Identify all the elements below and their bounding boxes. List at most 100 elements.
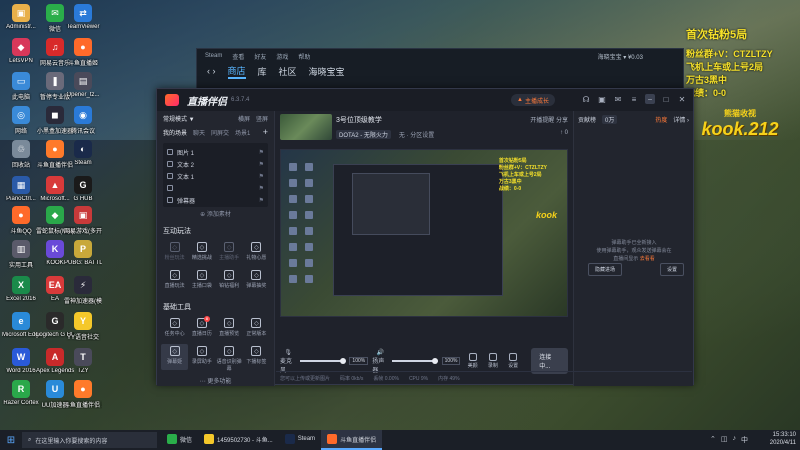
basic-tool[interactable]: ◇ 8 直播日历 xyxy=(188,316,215,342)
speaker-volume-knob[interactable] xyxy=(431,358,438,364)
desktop-icon[interactable]: ◎ 网络 xyxy=(2,106,40,135)
lock-icon[interactable]: ⚑ xyxy=(259,173,264,180)
room-category[interactable]: DOTA2 - 无限火力 xyxy=(336,130,391,139)
taskbar-app[interactable]: Steam xyxy=(279,430,321,450)
checkbox-icon[interactable] xyxy=(167,185,173,191)
landscape-link[interactable]: 横屏 xyxy=(238,114,250,123)
steam-nav-profile[interactable]: 海晓宝宝 xyxy=(309,65,345,78)
steam-menu-item[interactable]: 游戏 xyxy=(276,52,288,61)
desktop-icon[interactable]: ● 斗鱼QQ xyxy=(2,206,40,235)
mic-volume-slider[interactable] xyxy=(300,358,346,364)
mic-volume-value[interactable]: 100% xyxy=(349,357,369,365)
taskbar-search[interactable]: ⌕ 在这里输入你要搜索的内容 xyxy=(22,432,157,448)
windows-start-icon[interactable]: ⊞ xyxy=(0,430,22,450)
source-item[interactable]: 图片 1 ⚑ xyxy=(167,146,264,158)
desktop-icon[interactable]: ◆ LetsVPN xyxy=(2,38,40,64)
mic-control[interactable]: 🎙 麦克风 xyxy=(280,349,296,374)
desktop-icon[interactable]: ▭ 此电脑 xyxy=(2,72,40,101)
share-button[interactable]: 分享 xyxy=(556,118,568,124)
taskbar-app[interactable]: 1459502730 - 斗鱼... xyxy=(198,430,279,450)
scene-tab[interactable]: 聊天 xyxy=(193,128,205,137)
notify-button[interactable]: 开播提醒 xyxy=(530,118,554,124)
steam-nav-library[interactable]: 库 xyxy=(258,65,267,78)
basic-tool[interactable]: ◇ 下播标签 xyxy=(243,344,270,370)
desktop-icon[interactable]: ▣ Administr... xyxy=(2,4,40,30)
steam-window[interactable]: Steam 查看 好友 游戏 帮助 海晓宝宝 ▾ ¥0.03 ‹ › 商店 库 … xyxy=(196,48,684,90)
speaker-control[interactable]: 🔊 扬声器 xyxy=(372,349,388,374)
maximize-icon[interactable]: □ xyxy=(661,94,671,104)
lock-icon[interactable]: ⚑ xyxy=(259,161,264,168)
taskbar-app[interactable]: 斗鱼直播伴侣 xyxy=(321,430,383,450)
my-scenes-tab[interactable]: 我的场景 xyxy=(163,128,187,137)
checkbox-icon[interactable] xyxy=(167,197,173,203)
scene-tab[interactable]: 同屏交 xyxy=(211,128,229,137)
desktop-icon[interactable]: Y YY语音社交 xyxy=(64,312,102,341)
desktop-icon[interactable]: e Microsoft Edge xyxy=(2,312,40,338)
room-tag[interactable]: 无 · 分区设置 xyxy=(399,130,434,139)
desktop-icon[interactable]: X Excel 2016 xyxy=(2,276,40,302)
lock-icon[interactable]: ⚑ xyxy=(259,197,264,204)
source-item[interactable]: 文本 1 ⚑ xyxy=(167,170,264,182)
streamer-growth-button[interactable]: ▲ 主播成长 xyxy=(511,94,555,106)
desktop-icon[interactable]: T TZY xyxy=(64,348,102,374)
taskbar-app[interactable]: 微信 xyxy=(161,430,198,450)
volume-icon[interactable]: ♪ xyxy=(733,435,737,445)
empty-link[interactable]: 去看看 xyxy=(640,256,655,262)
add-source-button[interactable]: ⊕ 添加素材 xyxy=(157,209,274,218)
headset-icon[interactable]: ☊ xyxy=(581,94,591,104)
detail-link[interactable]: 详情 › xyxy=(673,115,689,124)
source-item[interactable]: 弹幕器 ⚑ xyxy=(167,194,264,206)
beauty-button[interactable]: 美颜 xyxy=(464,353,480,369)
scene-tab[interactable]: 场景1 xyxy=(235,128,250,137)
menu-icon[interactable]: ≡ xyxy=(629,94,639,104)
interaction-tool[interactable]: ◇ 主播口袋 xyxy=(188,268,215,294)
checkbox-icon[interactable] xyxy=(167,161,173,167)
message-icon[interactable]: ✉ xyxy=(613,94,623,104)
status-item[interactable]: 您可以上传或更新图片 xyxy=(280,375,330,382)
interaction-tool[interactable]: ◇ 礼物心愿 xyxy=(243,240,270,266)
portrait-link[interactable]: 竖屏 xyxy=(256,114,268,123)
source-item[interactable]: 文本 2 ⚑ xyxy=(167,158,264,170)
desktop-icon[interactable]: G G HUB xyxy=(64,176,102,202)
interaction-tool[interactable]: ◇ 弹幕抽奖 xyxy=(243,268,270,294)
steam-menu-item[interactable]: 查看 xyxy=(232,52,244,61)
network-icon[interactable]: ◫ xyxy=(721,435,728,445)
chevron-up-icon[interactable]: ⌃ xyxy=(710,435,716,445)
close-icon[interactable]: ✕ xyxy=(677,94,687,104)
desktop-icon[interactable]: ⚡ 雷神加速器(模拟器) xyxy=(64,276,102,305)
contribution-tab[interactable]: 贡献榜 xyxy=(578,115,596,124)
desktop-icon[interactable]: W Word 2016 xyxy=(2,348,40,374)
stream-preview[interactable]: 首次钻粉5局 粉丝群+V：CTZLTZY 飞机上车或上号2局 万古3黑中 战绩：… xyxy=(280,149,568,317)
steam-nav-store[interactable]: 商店 xyxy=(227,64,246,79)
basic-tool[interactable]: ◇ 录屏助手 xyxy=(188,344,215,370)
desktop-icon[interactable]: ♲ 回收站 xyxy=(2,140,40,169)
desktop-icon[interactable]: P PUBG: BATTLEGR... xyxy=(64,240,102,266)
desktop-icon[interactable]: R Razer Cortex xyxy=(2,380,40,406)
add-scene-icon[interactable]: + xyxy=(263,127,268,137)
app-titlebar[interactable]: 直播伴侣 6.3.7.4 ▲ 主播成长 ☊ ▣ ✉ ≡ − □ ✕ xyxy=(157,89,693,111)
desktop-icon[interactable]: ⇄ TeamViewer xyxy=(64,4,102,30)
steam-nav-back-icon[interactable]: ‹ › xyxy=(207,66,216,76)
desktop-icon[interactable]: ▤ Opener_tz... xyxy=(64,72,102,98)
interaction-tool[interactable]: ◇ 主播助手 xyxy=(216,240,243,266)
basic-tool[interactable]: ◇ 任务中心 xyxy=(161,316,188,342)
interaction-tool[interactable]: ◇ 精选挑战 xyxy=(188,240,215,266)
desktop-icon[interactable]: ● 斗鱼直播伴侣 2020/3/11 xyxy=(64,380,102,409)
hot-tab[interactable]: 热度 xyxy=(655,115,667,124)
minimize-icon[interactable]: − xyxy=(645,94,655,104)
desktop-icon[interactable]: ▦ PianoCtrl... xyxy=(2,176,40,202)
checkbox-icon[interactable] xyxy=(167,149,173,155)
lock-icon[interactable]: ⚑ xyxy=(259,149,264,156)
speaker-volume-slider[interactable] xyxy=(392,358,438,364)
steam-menu-item[interactable]: 帮助 xyxy=(298,52,310,61)
more-functions-button[interactable]: ⋯ 更多功能 xyxy=(157,376,274,385)
mic-volume-knob[interactable] xyxy=(339,358,346,364)
desktop-icon[interactable]: ▥ 实用工具 xyxy=(2,240,40,269)
room-title[interactable]: 3号位顶级教学 xyxy=(336,115,434,125)
lock-icon[interactable]: ⚑ xyxy=(259,185,264,192)
settings-button[interactable]: 设置 xyxy=(505,353,521,369)
basic-tool[interactable]: ◇ 语音识别弹幕 xyxy=(216,344,243,372)
hide-entry-button[interactable]: 隐藏进场 xyxy=(588,263,623,276)
interaction-tool[interactable]: ◇ 直播玩法 xyxy=(161,268,188,294)
checkbox-icon[interactable] xyxy=(167,173,173,179)
